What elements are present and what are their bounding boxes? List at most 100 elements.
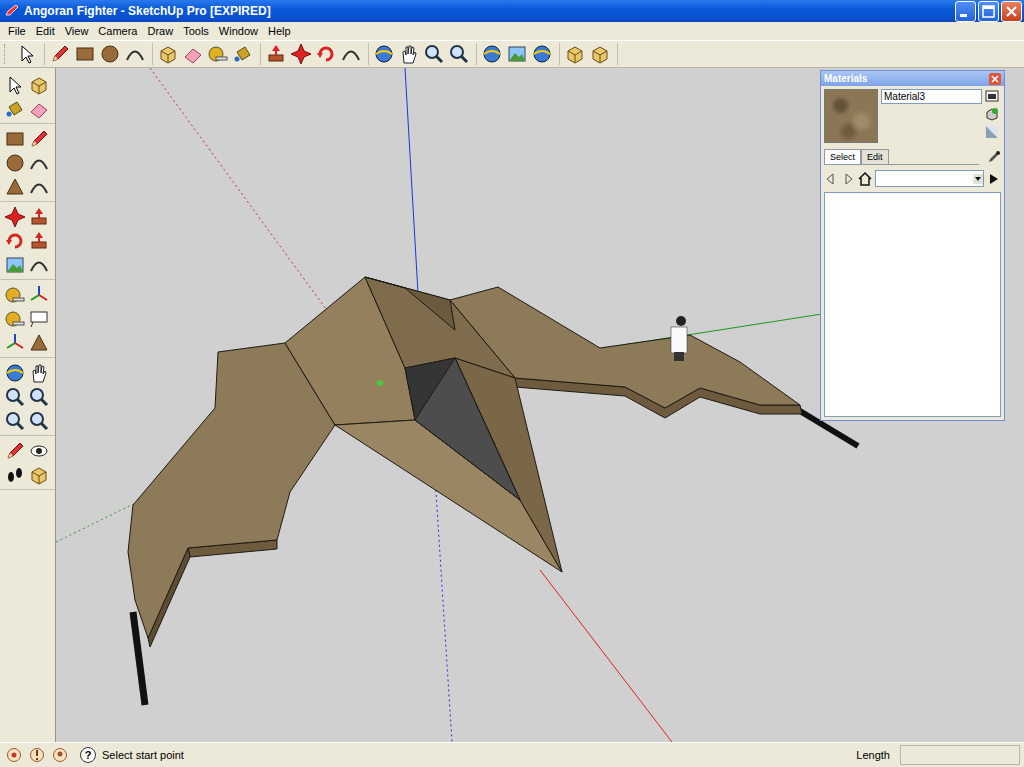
toolset-button[interactable] [28,254,50,276]
toolset-button[interactable] [28,362,50,384]
make-component-icon[interactable] [28,74,50,96]
toolbar-button[interactable] [340,43,362,65]
dropdown-arrow-icon[interactable] [973,174,983,184]
toolset-button[interactable] [4,284,26,306]
toolset-button[interactable] [4,206,26,228]
materials-list[interactable] [824,192,1001,417]
menu-item[interactable]: Edit [31,25,60,37]
offset-icon[interactable] [340,43,362,65]
zoom-extents-icon[interactable] [448,43,470,65]
home-icon[interactable] [858,172,872,186]
paint-bucket-icon[interactable] [4,98,26,120]
toolset-button[interactable] [4,308,26,330]
toolset-button[interactable] [28,206,50,228]
materials-title-bar[interactable]: Materials [821,71,1004,86]
toolbar-button[interactable] [290,43,312,65]
circle-icon[interactable] [4,152,26,174]
pan-icon[interactable] [28,362,50,384]
circle-icon[interactable] [99,43,121,65]
toolset-button[interactable] [4,74,26,96]
share-model-icon[interactable] [531,43,553,65]
eyedropper-icon[interactable] [987,150,1001,164]
fuselage-shade[interactable] [365,277,455,330]
measurement-field[interactable] [900,745,1020,765]
toolbar-button[interactable] [423,43,445,65]
orbit-icon[interactable] [373,43,395,65]
toolbar-button[interactable] [16,43,38,65]
toolbar-button[interactable] [448,43,470,65]
menu-item[interactable]: Window [214,25,263,37]
menu-item[interactable]: Draw [142,25,178,37]
materials-tab[interactable]: Edit [861,149,889,164]
look-around-icon[interactable] [28,440,50,462]
credits-icon[interactable] [29,747,45,763]
fighter-model[interactable] [128,277,858,705]
toolset-button[interactable] [28,410,50,432]
menu-item[interactable]: File [3,25,31,37]
toolbar-button[interactable] [481,43,503,65]
toolset-button[interactable] [28,464,50,486]
select-icon[interactable] [16,43,38,65]
toolset-button[interactable] [4,464,26,486]
section-plane-icon[interactable] [28,464,50,486]
back-icon[interactable] [824,172,838,186]
toolbar-button[interactable] [265,43,287,65]
walk-icon[interactable] [4,464,26,486]
toolset-button[interactable] [4,410,26,432]
create-material-icon[interactable] [985,107,999,121]
scale-figure[interactable] [671,316,687,361]
offset-icon[interactable] [28,254,50,276]
toolbar-button[interactable] [157,43,179,65]
arc-icon[interactable] [28,152,50,174]
display-secondary-icon[interactable] [985,89,999,103]
toolbar-grip[interactable] [4,44,8,64]
toolset-button[interactable] [4,440,26,462]
toolset-button[interactable] [28,152,50,174]
toolset-button[interactable] [4,98,26,120]
text-icon[interactable] [28,308,50,330]
cockpit-glass[interactable] [415,358,520,500]
zoom-extents-icon[interactable] [28,410,50,432]
menu-item[interactable]: Help [263,25,296,37]
make-component-icon[interactable] [157,43,179,65]
toolset-button[interactable] [28,74,50,96]
pan-icon[interactable] [398,43,420,65]
toolset-button[interactable] [28,440,50,462]
eraser-icon[interactable] [28,98,50,120]
geo-location-icon[interactable] [6,747,22,763]
share-component-icon[interactable] [589,43,611,65]
instructor-button[interactable]: ? [80,747,96,763]
materials-tab[interactable]: Select [824,149,861,164]
dimension-icon[interactable] [28,284,50,306]
toolset-button[interactable] [4,152,26,174]
google-earth-icon[interactable] [481,43,503,65]
cockpit[interactable] [405,358,520,500]
orbit-icon[interactable] [4,362,26,384]
close-button[interactable] [1001,1,1022,22]
close-icon[interactable] [989,73,1001,85]
rectangle-icon[interactable] [74,43,96,65]
pencil-icon[interactable] [49,43,71,65]
push-pull-icon[interactable] [265,43,287,65]
toolset-button[interactable] [4,332,26,354]
toolset-button[interactable] [4,386,26,408]
push-pull-icon[interactable] [28,206,50,228]
toolbar-button[interactable] [207,43,229,65]
rotate-icon[interactable] [315,43,337,65]
toolbar-button[interactable] [589,43,611,65]
rotate-icon[interactable] [4,230,26,252]
toolset-button[interactable] [28,332,50,354]
toolbar-button[interactable] [99,43,121,65]
details-icon[interactable] [987,172,1001,186]
default-material-icon[interactable] [985,125,999,139]
toolbar-button[interactable] [49,43,71,65]
zoom-window-icon[interactable] [28,386,50,408]
pencil-icon[interactable] [28,128,50,150]
move-icon[interactable] [290,43,312,65]
zoom-icon[interactable] [423,43,445,65]
tape-measure-icon[interactable] [4,284,26,306]
axes-icon[interactable] [4,332,26,354]
follow-me-icon[interactable] [28,230,50,252]
eraser-icon[interactable] [182,43,204,65]
rectangle-icon[interactable] [4,128,26,150]
